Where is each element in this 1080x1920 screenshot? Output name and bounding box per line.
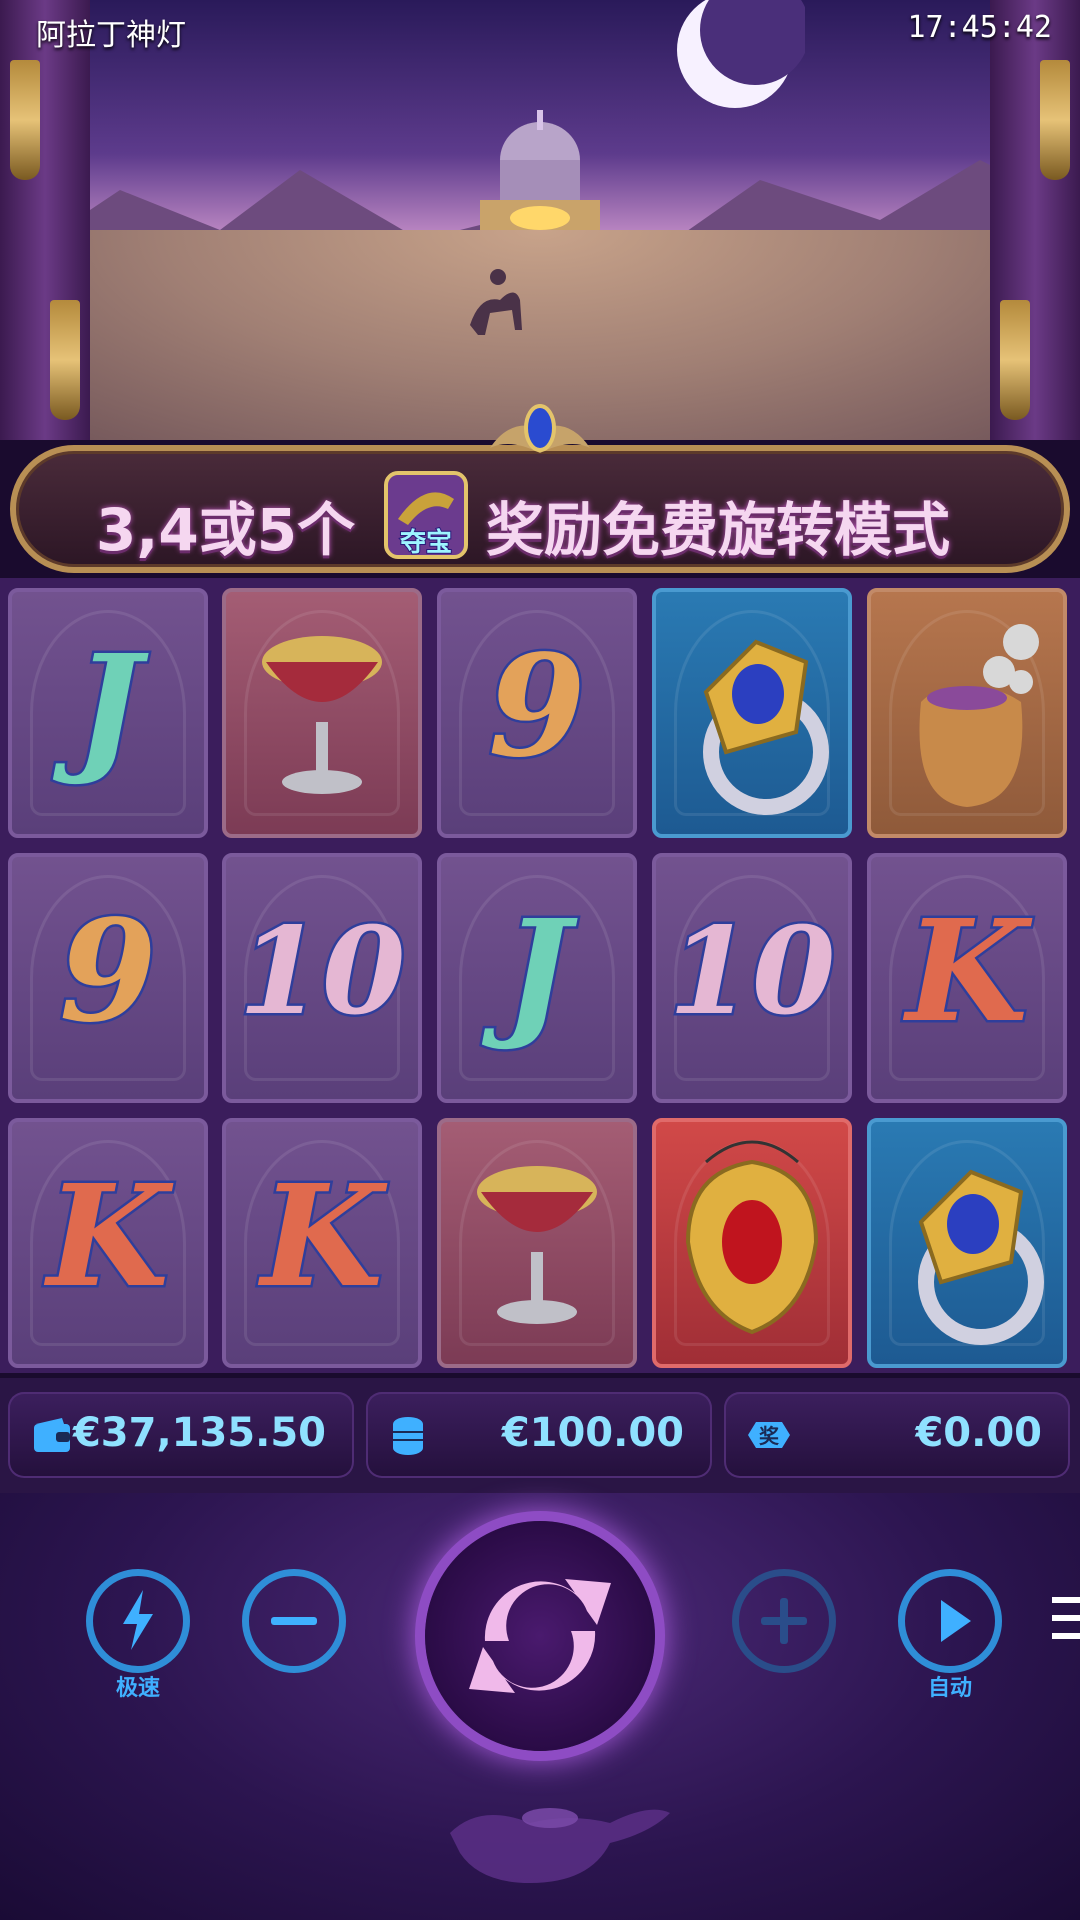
goblet-icon	[262, 636, 382, 794]
game-screen: 阿拉丁神灯 17:45:42 3,4或5个 夺宝 奖励免费旋转模式 J 9 K 10 K…	[0, 0, 1080, 1920]
autoplay-label: 自动	[927, 1676, 972, 1701]
right-curtain	[990, 0, 1080, 440]
bet-panel: €100.00	[366, 1392, 712, 1478]
reel-cell	[652, 1118, 852, 1368]
magic-lamp-icon	[450, 1808, 670, 1883]
reel-cell: K	[222, 1118, 422, 1368]
increase-bet-button[interactable]	[732, 1569, 836, 1673]
reel-cell	[867, 1118, 1067, 1368]
win-panel: 奖 €0.00	[724, 1392, 1070, 1478]
blue-gem-icon	[490, 404, 590, 453]
badge-label: 夺宝	[400, 527, 452, 558]
tassel-icon	[50, 300, 80, 420]
reel-cell: 9	[8, 853, 208, 1103]
symbol-10: 10	[666, 899, 838, 1045]
reel-cell	[867, 588, 1067, 838]
goblet-icon	[477, 1166, 597, 1324]
symbol-9: 9	[57, 890, 159, 1054]
amulet-icon	[685, 1140, 819, 1335]
tassel-icon	[10, 60, 40, 180]
symbol-k: K	[45, 1155, 172, 1319]
turbo-button[interactable]: 极速	[86, 1569, 190, 1701]
left-curtain	[0, 0, 90, 440]
lightning-icon	[123, 1590, 153, 1650]
menu-icon[interactable]	[1052, 1593, 1080, 1643]
symbol-j: J	[72, 625, 143, 789]
symbol-k: K	[904, 890, 1031, 1054]
reel-cell: K	[8, 1118, 208, 1368]
game-title: 阿拉丁神灯	[36, 18, 186, 53]
symbol-k: K	[259, 1155, 386, 1319]
reel-cell: 9	[437, 588, 637, 838]
reel-cell: 10	[652, 853, 852, 1103]
spin-arrows-icon	[469, 1579, 611, 1693]
clock: 17:45:42	[907, 10, 1053, 45]
play-icon	[941, 1600, 971, 1642]
banner-text-before: 3,4或5个	[96, 496, 356, 564]
balance-value: €37,135.50	[72, 1410, 326, 1456]
spin-button[interactable]	[425, 1521, 655, 1751]
symbol-10: 10	[236, 899, 408, 1045]
tassel-icon	[1040, 60, 1070, 180]
reel-cell: K	[867, 853, 1067, 1103]
tassel-icon	[1000, 300, 1030, 420]
balance-panel: €37,135.50	[8, 1392, 354, 1478]
control-panel: 极速 自动	[0, 1493, 1080, 1920]
win-value: €0.00	[915, 1410, 1042, 1456]
reel-cell	[652, 588, 852, 838]
prize-icon-char: 奖	[759, 1424, 780, 1448]
scatter-badge-icon: 夺宝	[384, 471, 468, 559]
symbol-j: J	[501, 890, 572, 1054]
reel-cell: J	[437, 853, 637, 1103]
minus-icon	[271, 1617, 317, 1625]
palace-icon	[480, 110, 600, 230]
coin-stack-icon	[393, 1417, 423, 1455]
decrease-bet-button[interactable]	[242, 1569, 346, 1673]
info-bar: €37,135.50 €100.00 奖 €0.00	[0, 1378, 1080, 1493]
camel-rider-icon	[470, 269, 522, 335]
ring-icon	[703, 639, 829, 815]
bet-value: €100.00	[501, 1410, 684, 1456]
crescent-moon-icon	[677, 0, 805, 108]
banner-text-after: 奖励免费旋转模式	[486, 496, 951, 564]
wallet-icon	[34, 1418, 70, 1452]
autoplay-button[interactable]: 自动	[898, 1569, 1002, 1701]
ring-icon	[918, 1169, 1044, 1345]
symbol-9: 9	[486, 625, 588, 789]
reel-cell: 10	[222, 853, 422, 1103]
prize-icon: 奖	[748, 1422, 790, 1448]
plus-icon	[761, 1598, 807, 1644]
reel-cell: J	[8, 588, 208, 838]
turbo-label: 极速	[115, 1676, 160, 1701]
desert-scene: 阿拉丁神灯 17:45:42	[0, 0, 1080, 440]
reel-cell	[222, 588, 422, 838]
slot-reels: J 9 K 10 K 9 J 10 K	[0, 578, 1080, 1373]
reel-cell	[437, 1118, 637, 1368]
coin-pouch-icon	[919, 624, 1039, 807]
